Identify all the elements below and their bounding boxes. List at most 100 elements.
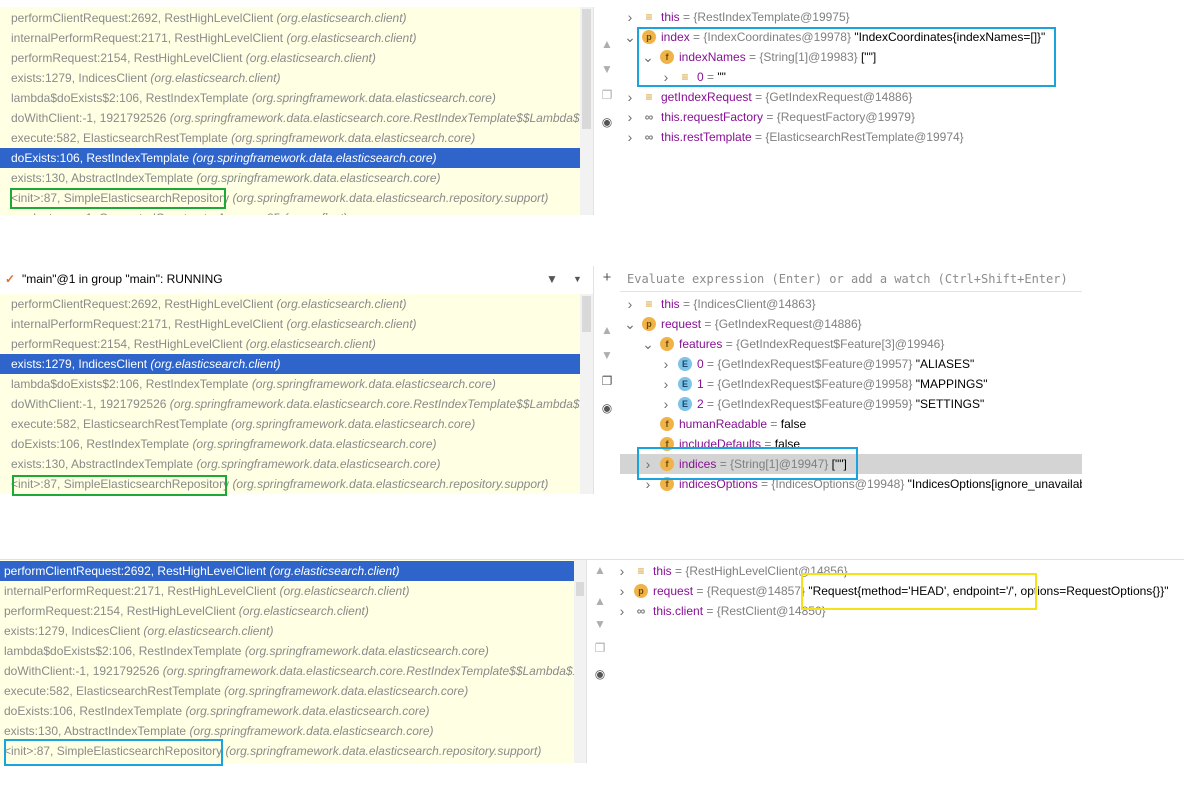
stack-frame[interactable]: execute:582, ElasticsearchRestTemplate (… — [0, 414, 580, 434]
stack-frame[interactable]: exists:1279, IndicesClient (org.elastics… — [0, 68, 580, 88]
frames-scrollthumb-3[interactable] — [576, 582, 584, 596]
stack-frame[interactable]: exists:130, AbstractIndexTemplate (org.s… — [0, 168, 580, 188]
frames-scrollthumb-1[interactable] — [582, 9, 591, 129]
variable-row[interactable]: › ≡ this = {IndicesClient@14863} — [620, 294, 1082, 314]
filter-icon[interactable]: ▼ — [546, 266, 558, 292]
down-arrow-icon[interactable]: ▼ — [600, 348, 614, 362]
add-watch-icon[interactable]: + — [600, 270, 614, 285]
eye-icon[interactable]: ◉ — [593, 667, 607, 681]
chevron-right-icon[interactable]: › — [660, 394, 672, 414]
stack-frame[interactable]: exists:130, AbstractIndexTemplate (org.s… — [0, 454, 580, 474]
down-arrow-icon[interactable]: ▼ — [593, 617, 607, 631]
variable-row[interactable]: f humanReadable = false — [620, 414, 1082, 434]
variable-row[interactable]: › ≡ getIndexRequest = {GetIndexRequest@148… — [620, 87, 1090, 107]
stack-frame[interactable]: internalPerformRequest:2171, RestHighLev… — [0, 28, 580, 48]
copy-icon[interactable]: ❐ — [593, 641, 607, 655]
stack-frame[interactable]: performClientRequest:2692, RestHighLevel… — [0, 294, 580, 314]
eye-icon[interactable]: ◉ — [600, 115, 614, 129]
stack-frame[interactable]: internalPerformRequest:2171, RestHighLev… — [0, 581, 574, 601]
stack-frame[interactable]: doExists:106, RestIndexTemplate (org.spr… — [0, 434, 580, 454]
chevron-right-icon[interactable]: › — [660, 67, 672, 87]
variable-row[interactable]: › ≡ this = {RestHighLevelClient@14856} — [612, 561, 1184, 581]
variable-row[interactable]: ⌄ p request = {GetIndexRequest@14886} — [620, 314, 1082, 334]
variable-text: features = {GetIndexRequest$Feature[3]@1… — [679, 334, 944, 354]
stack-frame[interactable]: doExists:106, RestIndexTemplate (org.spr… — [0, 148, 580, 168]
copy-icon[interactable]: ❐ — [600, 374, 614, 388]
chevron-right-icon[interactable]: › — [616, 561, 628, 581]
stack-frame[interactable]: exists:1279, IndicesClient (org.elastics… — [0, 354, 580, 374]
up-arrow-icon[interactable]: ▲ — [600, 37, 614, 51]
stack-frame[interactable]: execute:582, ElasticsearchRestTemplate (… — [0, 681, 574, 701]
chevron-right-icon[interactable]: › — [624, 7, 636, 27]
variable-value: "MAPPINGS" — [915, 377, 988, 391]
frames-scrollthumb-2[interactable] — [582, 296, 591, 332]
chevron-right-icon[interactable]: › — [616, 601, 628, 621]
stack-frame[interactable]: lambda$doExists$2:106, RestIndexTemplate… — [0, 641, 574, 661]
stack-frame[interactable]: lambda$doExists$2:106, RestIndexTemplate… — [0, 88, 580, 108]
stack-frame[interactable]: exists:130, AbstractIndexTemplate (org.s… — [0, 721, 574, 741]
frame-method: exists:130, AbstractIndexTemplate — [11, 457, 197, 471]
stack-frame[interactable]: performRequest:2154, RestHighLevelClient… — [0, 334, 580, 354]
stack-frame[interactable]: doExists:106, RestIndexTemplate (org.spr… — [0, 701, 574, 721]
frame-method: performRequest:2154, RestHighLevelClient — [11, 337, 246, 351]
variable-row[interactable]: › ∞ this.client = {RestClient@14850} — [612, 601, 1184, 621]
variable-row[interactable]: › ∞ this.requestFactory = {RequestFactory@… — [620, 107, 1090, 127]
chevron-down-icon[interactable]: ⌄ — [642, 334, 654, 354]
eye-icon[interactable]: ◉ — [600, 401, 614, 415]
stack-frame[interactable]: execute:582, ElasticsearchRestTemplate (… — [0, 128, 580, 148]
variable-row[interactable]: ⌄ f features = {GetIndexRequest$Feature[3]… — [620, 334, 1082, 354]
variable-row[interactable]: › E 2 = {GetIndexRequest$Feature@19959} "S… — [620, 394, 1082, 414]
stack-frame[interactable]: doWithClient:-1, 1921792526 (org.springf… — [0, 661, 586, 681]
stack-frame[interactable]: performClientRequest:2692, RestHighLevel… — [0, 8, 580, 28]
stack-frame[interactable]: doWithClient:-1, 1921792526 (org.springf… — [0, 108, 593, 128]
stack-frame[interactable]: performClientRequest:2692, RestHighLevel… — [0, 561, 574, 581]
stack-frame[interactable]: <init>:87, SimpleElasticsearchRepository… — [0, 188, 580, 208]
chevron-right-icon[interactable]: › — [642, 474, 654, 494]
chevron-right-icon[interactable]: › — [624, 294, 636, 314]
frames-list-3: performClientRequest:2692, RestHighLevel… — [0, 560, 586, 763]
frames-scrollbar-3[interactable] — [574, 560, 586, 763]
evaluate-expression-input[interactable]: Evaluate expression (Enter) or add a wat… — [620, 266, 1082, 292]
stack-frame[interactable]: doWithClient:-1, 1921792526 (org.springf… — [0, 394, 593, 414]
copy-icon[interactable]: ❐ — [600, 88, 614, 102]
chevron-down-icon[interactable]: ⌄ — [624, 27, 636, 47]
chevron-right-icon[interactable]: › — [660, 374, 672, 394]
variable-row[interactable]: › E 0 = {GetIndexRequest$Feature@19957} "A… — [620, 354, 1082, 374]
variable-row[interactable]: › E 1 = {GetIndexRequest$Feature@19958} "M… — [620, 374, 1082, 394]
thread-selector[interactable]: ✓ "main"@1 in group "main": RUNNING ▼ ▼ — [0, 266, 593, 292]
up-arrow-icon[interactable]: ▲ — [593, 563, 607, 577]
frame-method: performRequest:2154, RestHighLevelClient — [11, 51, 246, 65]
variable-row[interactable]: › ≡ this = {RestIndexTemplate@19975} — [620, 7, 1090, 27]
stack-frame[interactable]: internalPerformRequest:2171, RestHighLev… — [0, 314, 580, 334]
variable-row[interactable]: f includeDefaults = false — [620, 434, 1082, 454]
chevron-down-icon[interactable]: ⌄ — [642, 47, 654, 67]
variable-value: "SETTINGS" — [915, 397, 985, 411]
up-arrow-icon[interactable]: ▲ — [600, 323, 614, 337]
stack-frame[interactable]: performRequest:2154, RestHighLevelClient… — [0, 601, 574, 621]
stack-frame[interactable]: newInstance:-1, GeneratedConstructorAcce… — [0, 208, 580, 215]
up-arrow-icon[interactable]: ▲ — [593, 594, 607, 608]
variable-row[interactable]: › ∞ this.restTemplate = {ElasticsearchRest… — [620, 127, 1090, 147]
chevron-right-icon[interactable]: › — [624, 127, 636, 147]
stack-frame[interactable]: lambda$doExists$2:106, RestIndexTemplate… — [0, 374, 580, 394]
stack-frame[interactable]: <init>:87, SimpleElasticsearchRepository… — [0, 474, 580, 494]
variable-row[interactable]: › f indicesOptions = {IndicesOptions@19948… — [620, 474, 1082, 494]
chevron-right-icon[interactable]: › — [642, 454, 654, 474]
chevron-right-icon[interactable]: › — [624, 107, 636, 127]
variable-row[interactable]: ⌄ p index = {IndexCoordinates@19978} "Inde… — [620, 27, 1090, 47]
stack-frame[interactable]: performRequest:2154, RestHighLevelClient… — [0, 48, 580, 68]
variable-row[interactable]: › f indices = {String[1]@19947} [""] — [620, 454, 1082, 474]
variable-row[interactable]: › ≡ 0 = "" — [620, 67, 1090, 87]
stack-frame[interactable]: exists:1279, IndicesClient (org.elastics… — [0, 621, 574, 641]
stack-frame[interactable]: <init>:87, SimpleElasticsearchRepository… — [0, 741, 574, 761]
frames-scrollbar-1[interactable] — [580, 7, 593, 215]
chevron-right-icon[interactable]: › — [624, 87, 636, 107]
chevron-down-icon[interactable]: ⌄ — [624, 314, 636, 334]
chevron-right-icon[interactable]: › — [660, 354, 672, 374]
chevron-down-icon[interactable]: ▼ — [573, 266, 582, 292]
down-arrow-icon[interactable]: ▼ — [600, 62, 614, 76]
chevron-right-icon[interactable]: › — [616, 581, 628, 601]
variable-row[interactable]: ⌄ f indexNames = {String[1]@19983} [""] — [620, 47, 1090, 67]
variable-row[interactable]: › p request = {Request@14857} "Request{met… — [612, 581, 1184, 601]
frames-scrollbar-2[interactable] — [580, 294, 593, 494]
